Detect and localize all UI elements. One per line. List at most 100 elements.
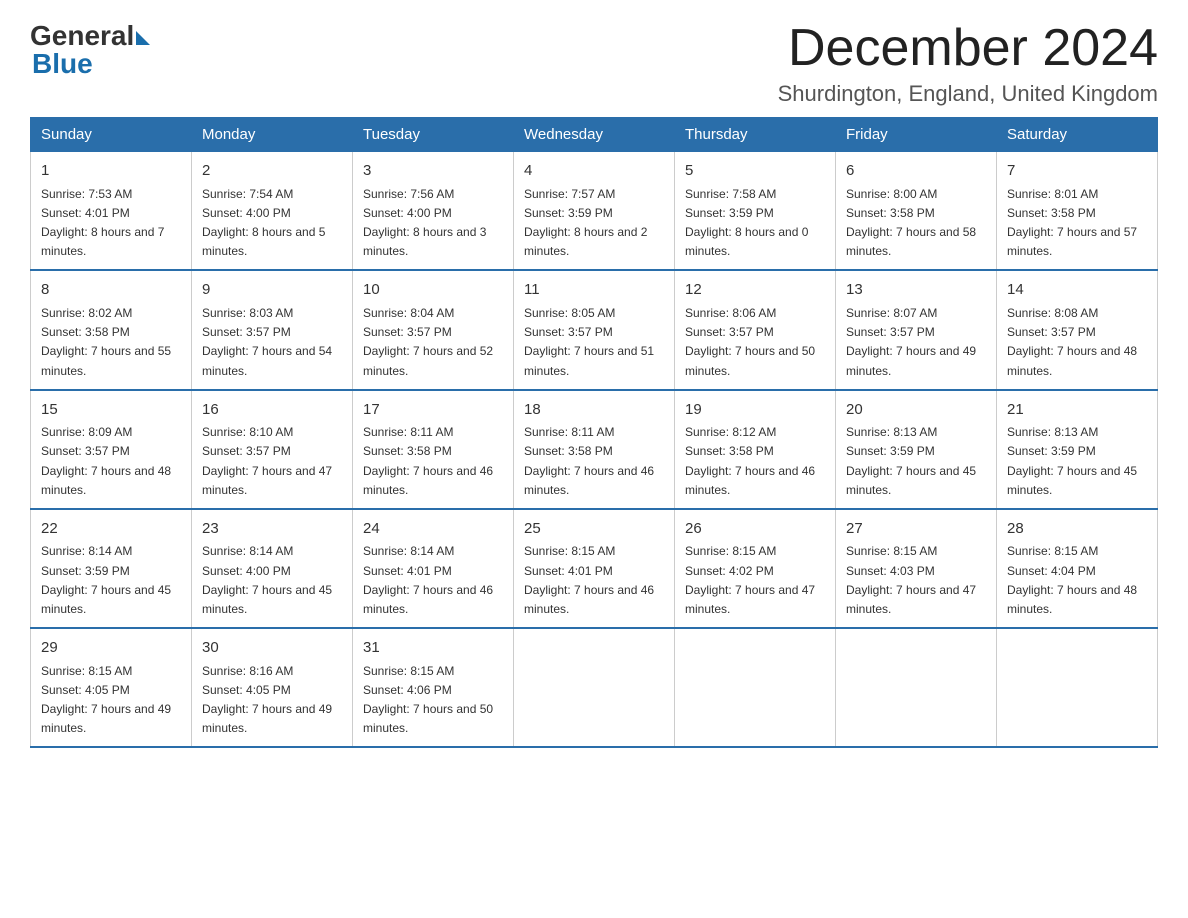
day-number: 17 — [363, 399, 503, 422]
calendar-week-4: 22 Sunrise: 8:14 AMSunset: 3:59 PMDayligh… — [31, 509, 1158, 628]
calendar-cell: 14 Sunrise: 8:08 AMSunset: 3:57 PMDayligh… — [997, 270, 1158, 389]
title-section: December 2024 Shurdington, England, Unit… — [778, 20, 1158, 107]
calendar-cell: 20Sunrise: 8:13 AMSunset: 3:59 PMDayligh… — [836, 390, 997, 509]
day-number: 16 — [202, 399, 342, 422]
calendar-cell: 6 Sunrise: 8:00 AMSunset: 3:58 PMDaylight… — [836, 152, 997, 271]
calendar-cell: 9Sunrise: 8:03 AMSunset: 3:57 PMDaylight… — [192, 270, 353, 389]
day-number: 14 — [1007, 279, 1147, 302]
day-number: 6 — [846, 160, 986, 183]
header-thursday: Thursday — [675, 118, 836, 152]
calendar-cell: 27 Sunrise: 8:15 AMSunset: 4:03 PMDayligh… — [836, 509, 997, 628]
header-wednesday: Wednesday — [514, 118, 675, 152]
calendar-cell: 26Sunrise: 8:15 AMSunset: 4:02 PMDayligh… — [675, 509, 836, 628]
day-number: 7 — [1007, 160, 1147, 183]
calendar-week-5: 29 Sunrise: 8:15 AMSunset: 4:05 PMDayligh… — [31, 628, 1158, 747]
calendar-cell — [997, 628, 1158, 747]
day-info: Sunrise: 8:04 AMSunset: 3:57 PMDaylight:… — [363, 306, 493, 378]
day-number: 27 — [846, 518, 986, 541]
month-title: December 2024 — [778, 20, 1158, 77]
day-number: 2 — [202, 160, 342, 183]
day-info: Sunrise: 8:14 AMSunset: 4:00 PMDaylight:… — [202, 544, 332, 616]
calendar-cell: 16Sunrise: 8:10 AMSunset: 3:57 PMDayligh… — [192, 390, 353, 509]
day-info: Sunrise: 8:15 AMSunset: 4:02 PMDaylight:… — [685, 544, 815, 616]
day-number: 10 — [363, 279, 503, 302]
day-info: Sunrise: 8:15 AMSunset: 4:05 PMDaylight:… — [41, 664, 171, 736]
day-info: Sunrise: 7:56 AMSunset: 4:00 PMDaylight:… — [363, 187, 486, 259]
calendar-cell: 10 Sunrise: 8:04 AMSunset: 3:57 PMDayligh… — [353, 270, 514, 389]
calendar-cell: 11 Sunrise: 8:05 AMSunset: 3:57 PMDayligh… — [514, 270, 675, 389]
calendar-week-3: 15 Sunrise: 8:09 AMSunset: 3:57 PMDayligh… — [31, 390, 1158, 509]
day-info: Sunrise: 8:11 AMSunset: 3:58 PMDaylight:… — [363, 425, 493, 497]
day-number: 30 — [202, 637, 342, 660]
calendar-cell: 21 Sunrise: 8:13 AMSunset: 3:59 PMDayligh… — [997, 390, 1158, 509]
day-info: Sunrise: 8:05 AMSunset: 3:57 PMDaylight:… — [524, 306, 654, 378]
calendar-cell: 5Sunrise: 7:58 AMSunset: 3:59 PMDaylight… — [675, 152, 836, 271]
day-info: Sunrise: 8:06 AMSunset: 3:57 PMDaylight:… — [685, 306, 815, 378]
day-number: 24 — [363, 518, 503, 541]
day-number: 29 — [41, 637, 181, 660]
header-tuesday: Tuesday — [353, 118, 514, 152]
day-info: Sunrise: 8:14 AMSunset: 4:01 PMDaylight:… — [363, 544, 493, 616]
day-info: Sunrise: 8:07 AMSunset: 3:57 PMDaylight:… — [846, 306, 976, 378]
day-number: 12 — [685, 279, 825, 302]
calendar-cell: 17 Sunrise: 8:11 AMSunset: 3:58 PMDayligh… — [353, 390, 514, 509]
day-info: Sunrise: 8:15 AMSunset: 4:03 PMDaylight:… — [846, 544, 976, 616]
day-number: 1 — [41, 160, 181, 183]
day-info: Sunrise: 7:58 AMSunset: 3:59 PMDaylight:… — [685, 187, 808, 259]
day-info: Sunrise: 8:12 AMSunset: 3:58 PMDaylight:… — [685, 425, 815, 497]
calendar-cell: 15 Sunrise: 8:09 AMSunset: 3:57 PMDayligh… — [31, 390, 192, 509]
logo-blue-text: Blue — [32, 48, 93, 80]
day-info: Sunrise: 8:01 AMSunset: 3:58 PMDaylight:… — [1007, 187, 1137, 259]
calendar-cell: 4Sunrise: 7:57 AMSunset: 3:59 PMDaylight… — [514, 152, 675, 271]
calendar-cell — [675, 628, 836, 747]
header-saturday: Saturday — [997, 118, 1158, 152]
calendar-week-1: 1 Sunrise: 7:53 AMSunset: 4:01 PMDaylight… — [31, 152, 1158, 271]
day-info: Sunrise: 8:09 AMSunset: 3:57 PMDaylight:… — [41, 425, 171, 497]
calendar-cell: 25Sunrise: 8:15 AMSunset: 4:01 PMDayligh… — [514, 509, 675, 628]
calendar-week-2: 8Sunrise: 8:02 AMSunset: 3:58 PMDaylight… — [31, 270, 1158, 389]
day-number: 19 — [685, 399, 825, 422]
day-info: Sunrise: 8:02 AMSunset: 3:58 PMDaylight:… — [41, 306, 171, 378]
day-info: Sunrise: 8:14 AMSunset: 3:59 PMDaylight:… — [41, 544, 171, 616]
calendar-cell: 30 Sunrise: 8:16 AMSunset: 4:05 PMDayligh… — [192, 628, 353, 747]
day-info: Sunrise: 8:16 AMSunset: 4:05 PMDaylight:… — [202, 664, 332, 736]
calendar-cell: 31Sunrise: 8:15 AMSunset: 4:06 PMDayligh… — [353, 628, 514, 747]
calendar-cell — [836, 628, 997, 747]
day-number: 4 — [524, 160, 664, 183]
day-info: Sunrise: 7:53 AMSunset: 4:01 PMDaylight:… — [41, 187, 164, 259]
day-info: Sunrise: 8:00 AMSunset: 3:58 PMDaylight:… — [846, 187, 976, 259]
calendar-cell: 29 Sunrise: 8:15 AMSunset: 4:05 PMDayligh… — [31, 628, 192, 747]
calendar-cell: 28Sunrise: 8:15 AMSunset: 4:04 PMDayligh… — [997, 509, 1158, 628]
day-number: 25 — [524, 518, 664, 541]
day-info: Sunrise: 8:13 AMSunset: 3:59 PMDaylight:… — [846, 425, 976, 497]
day-number: 9 — [202, 279, 342, 302]
calendar-cell: 1 Sunrise: 7:53 AMSunset: 4:01 PMDaylight… — [31, 152, 192, 271]
calendar-cell: 19 Sunrise: 8:12 AMSunset: 3:58 PMDayligh… — [675, 390, 836, 509]
calendar-cell — [514, 628, 675, 747]
calendar-header-row: Sunday Monday Tuesday Wednesday Thursday… — [31, 118, 1158, 152]
calendar-cell: 23 Sunrise: 8:14 AMSunset: 4:00 PMDayligh… — [192, 509, 353, 628]
calendar-cell: 12 Sunrise: 8:06 AMSunset: 3:57 PMDayligh… — [675, 270, 836, 389]
location-text: Shurdington, England, United Kingdom — [778, 81, 1158, 107]
day-number: 23 — [202, 518, 342, 541]
day-info: Sunrise: 8:15 AMSunset: 4:04 PMDaylight:… — [1007, 544, 1137, 616]
calendar-cell: 18Sunrise: 8:11 AMSunset: 3:58 PMDayligh… — [514, 390, 675, 509]
calendar-cell: 3 Sunrise: 7:56 AMSunset: 4:00 PMDaylight… — [353, 152, 514, 271]
day-number: 21 — [1007, 399, 1147, 422]
day-number: 11 — [524, 279, 664, 302]
day-info: Sunrise: 7:54 AMSunset: 4:00 PMDaylight:… — [202, 187, 325, 259]
day-number: 22 — [41, 518, 181, 541]
calendar-cell: 8Sunrise: 8:02 AMSunset: 3:58 PMDaylight… — [31, 270, 192, 389]
calendar-cell: 2 Sunrise: 7:54 AMSunset: 4:00 PMDaylight… — [192, 152, 353, 271]
header-monday: Monday — [192, 118, 353, 152]
header-friday: Friday — [836, 118, 997, 152]
calendar-cell: 13Sunrise: 8:07 AMSunset: 3:57 PMDayligh… — [836, 270, 997, 389]
day-info: Sunrise: 8:13 AMSunset: 3:59 PMDaylight:… — [1007, 425, 1137, 497]
page-header: General Blue December 2024 Shurdington, … — [30, 20, 1158, 107]
day-number: 3 — [363, 160, 503, 183]
day-info: Sunrise: 8:15 AMSunset: 4:06 PMDaylight:… — [363, 664, 493, 736]
day-info: Sunrise: 8:08 AMSunset: 3:57 PMDaylight:… — [1007, 306, 1137, 378]
header-sunday: Sunday — [31, 118, 192, 152]
calendar-cell: 24 Sunrise: 8:14 AMSunset: 4:01 PMDayligh… — [353, 509, 514, 628]
day-number: 15 — [41, 399, 181, 422]
